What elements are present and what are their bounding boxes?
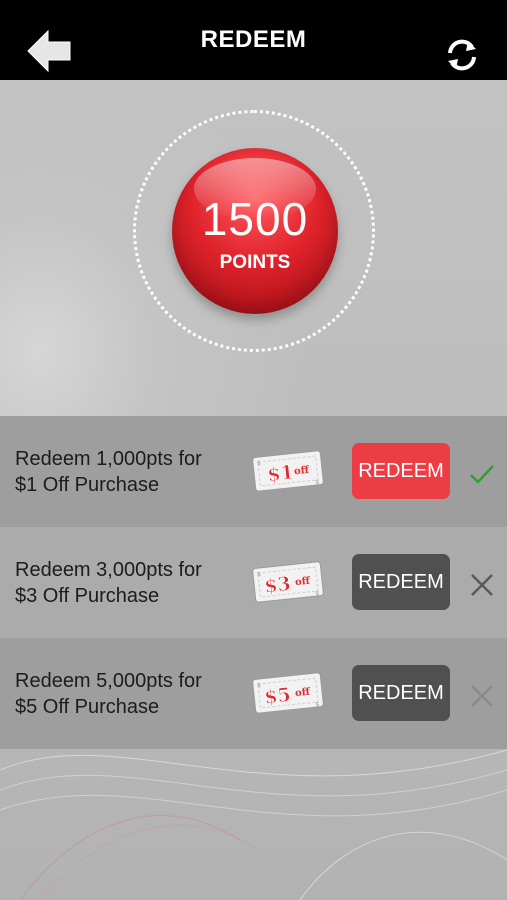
coupon-ticket-icon: $ $ $3 off xyxy=(252,561,324,603)
check-icon xyxy=(470,465,494,484)
points-label: POINTS xyxy=(219,252,291,273)
points-value: 1500 xyxy=(201,193,309,245)
back-button[interactable] xyxy=(26,27,74,75)
refresh-button[interactable] xyxy=(443,36,481,74)
coupon-ticket-icon: $ $ $5 off xyxy=(252,672,324,714)
redeem-button[interactable]: REDEEM xyxy=(352,665,450,721)
close-icon xyxy=(471,574,493,596)
offer-line-2: $1 Off Purchase xyxy=(15,474,160,496)
offer-line-1: Redeem 1,000pts for xyxy=(15,448,202,470)
offer-description: Redeem 3,000pts for $3 Off Purchase xyxy=(15,557,245,609)
coupon-suffix: off xyxy=(295,576,312,589)
redeem-screen: REDEEM 1500 POINTS Redeem 1,000pts for $… xyxy=(0,0,507,900)
coupon-suffix: off xyxy=(295,687,312,700)
points-badge: 1500 POINTS xyxy=(172,148,338,314)
offer-row: Redeem 1,000pts for $1 Off Purchase $ $ … xyxy=(0,416,507,527)
offer-row: Redeem 5,000pts for $5 Off Purchase $ $ … xyxy=(0,638,507,749)
offer-line-2: $5 Off Purchase xyxy=(15,696,160,718)
coupon-suffix: off xyxy=(294,465,311,478)
coupon-amount: $1 xyxy=(266,461,295,486)
close-icon xyxy=(471,685,493,707)
offer-line-2: $3 Off Purchase xyxy=(15,585,160,607)
coupon-amount: $3 xyxy=(263,573,292,598)
refresh-icon xyxy=(448,39,476,71)
arrow-left-icon xyxy=(27,29,71,73)
offer-line-1: Redeem 5,000pts for xyxy=(15,670,202,692)
offer-description: Redeem 1,000pts for $1 Off Purchase xyxy=(15,446,245,498)
offer-description: Redeem 5,000pts for $5 Off Purchase xyxy=(15,668,245,720)
redeem-button[interactable]: REDEEM xyxy=(352,554,450,610)
points-summary: 1500 POINTS xyxy=(0,80,507,416)
page-title: REDEEM xyxy=(200,26,307,53)
offer-row: Redeem 3,000pts for $3 Off Purchase $ $ … xyxy=(0,527,507,638)
top-app-bar: REDEEM xyxy=(0,0,507,80)
coupon-amount: $5 xyxy=(263,684,292,709)
coupon-ticket-icon: $ $ $1 off xyxy=(252,450,324,492)
redeem-button[interactable]: REDEEM xyxy=(352,443,450,499)
offer-line-1: Redeem 3,000pts for xyxy=(15,559,202,581)
